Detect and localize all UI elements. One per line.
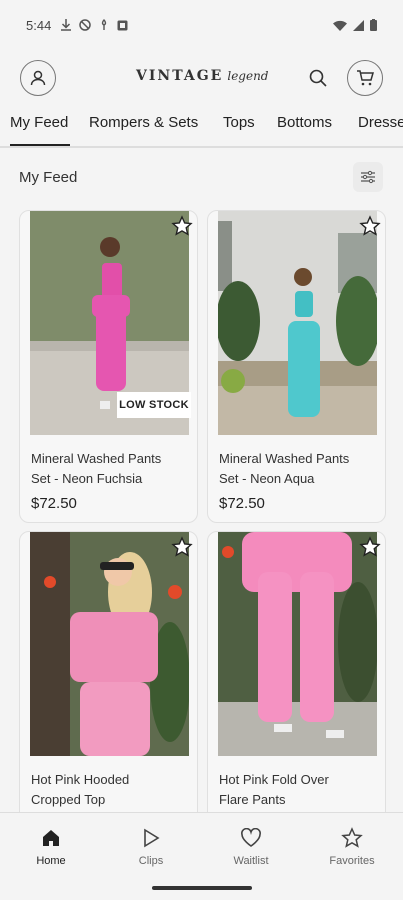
product-name-line: Mineral Washed Pants	[31, 451, 162, 466]
favorite-star-icon[interactable]	[171, 536, 193, 558]
user-icon	[30, 70, 46, 86]
download-icon	[61, 19, 72, 31]
brand-logo[interactable]: VINTAGE legend	[136, 68, 269, 84]
cart-button[interactable]	[347, 60, 383, 96]
product-name: Hot Pink Hooded Cropped Top	[31, 770, 191, 810]
tab-dresses[interactable]: Dresses	[358, 114, 403, 131]
nav-home[interactable]: Home	[11, 825, 91, 867]
cart-icon	[357, 70, 374, 86]
category-tabs: My Feed Rompers & Sets Tops Bottoms Dres…	[0, 108, 403, 148]
fan-icon	[102, 19, 107, 30]
nav-waitlist[interactable]: Waitlist	[211, 825, 291, 867]
search-icon	[309, 69, 327, 87]
nav-clips-label: Clips	[138, 855, 164, 867]
nav-home-label: Home	[36, 855, 66, 867]
status-time: 5:44	[26, 17, 52, 33]
nav-favorites[interactable]: Favorites	[312, 825, 392, 867]
product-name-line: Mineral Washed Pants	[219, 451, 350, 466]
notification-icons	[61, 19, 128, 31]
product-card[interactable]: Hot Pink Fold Over Flare Pants	[207, 531, 386, 831]
nav-waitlist-label: Waitlist	[233, 855, 269, 867]
favorite-star-icon[interactable]	[359, 215, 381, 237]
tab-rompers-sets[interactable]: Rompers & Sets	[89, 114, 198, 131]
nav-favorites-label: Favorites	[329, 855, 375, 867]
product-price: $72.50	[219, 495, 265, 512]
status-bar: 5:44	[0, 0, 403, 50]
play-icon	[144, 828, 160, 848]
favorite-star-icon[interactable]	[171, 215, 193, 237]
brand-name: VINTAGE	[136, 68, 224, 84]
app-icon	[117, 20, 128, 30]
account-button[interactable]	[20, 60, 56, 96]
product-name-line: Set - Neon Fuchsia	[31, 471, 143, 486]
tab-tops[interactable]: Tops	[223, 114, 255, 131]
active-tab-indicator	[10, 144, 70, 146]
product-image[interactable]	[218, 532, 377, 756]
feed-title: My Feed	[19, 169, 78, 186]
tab-my-feed[interactable]: My Feed	[10, 114, 68, 131]
product-card[interactable]: Mineral Washed Pants Set - Neon Fuchsia …	[19, 210, 198, 523]
low-stock-badge: LOW STOCK	[117, 392, 191, 418]
tab-bottoms[interactable]: Bottoms	[277, 114, 332, 131]
product-card[interactable]: Hot Pink Hooded Cropped Top	[19, 531, 198, 831]
battery-icon	[370, 19, 377, 31]
product-card[interactable]: Mineral Washed Pants Set - Neon Aqua $72…	[207, 210, 386, 523]
product-name-line: Flare Pants	[219, 792, 286, 807]
filter-icon	[361, 170, 375, 184]
product-name-line: Cropped Top	[31, 792, 106, 807]
block-icon	[79, 19, 92, 31]
brand-script: legend	[227, 69, 269, 83]
product-price: $72.50	[31, 495, 77, 512]
product-name: Hot Pink Fold Over Flare Pants	[219, 770, 379, 810]
product-image[interactable]	[30, 532, 189, 756]
star-icon	[341, 827, 363, 848]
heart-icon	[241, 828, 261, 847]
product-name-line: Set - Neon Aqua	[219, 471, 315, 486]
wifi-icon	[333, 20, 347, 31]
favorite-star-icon[interactable]	[359, 536, 381, 558]
product-name-line: Hot Pink Fold Over	[219, 772, 329, 787]
product-name: Mineral Washed Pants Set - Neon Fuchsia	[31, 449, 191, 489]
system-icons	[333, 19, 377, 31]
home-indicator[interactable]	[152, 886, 252, 890]
home-icon	[43, 830, 59, 846]
nav-clips[interactable]: Clips	[111, 825, 191, 867]
filter-button[interactable]	[353, 162, 383, 192]
product-name-line: Hot Pink Hooded	[31, 772, 130, 787]
product-image[interactable]	[218, 211, 377, 435]
search-button[interactable]	[308, 68, 330, 90]
signal-icon	[353, 19, 364, 31]
product-name: Mineral Washed Pants Set - Neon Aqua	[219, 449, 379, 489]
app-header: VINTAGE legend	[0, 58, 403, 98]
